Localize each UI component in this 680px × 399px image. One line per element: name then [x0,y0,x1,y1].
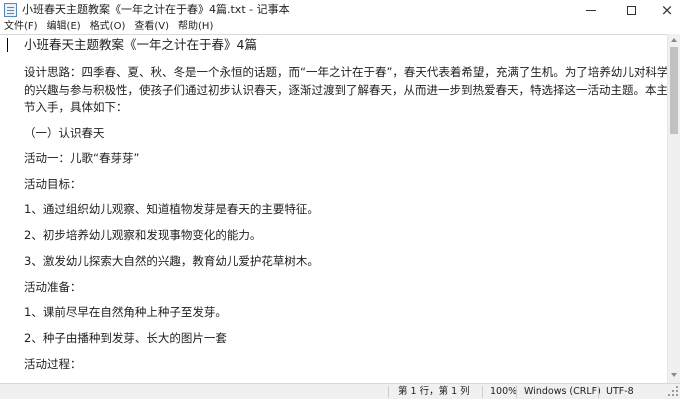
document-line: 3、激发幼儿探索大自然的兴趣，教育幼儿爱护花草树木。 [24,254,319,268]
title-bar[interactable]: 小班春天主题教案《一年之计在于春》4篇.txt - 记事本 × [0,0,680,20]
scroll-thumb[interactable] [670,47,678,134]
menu-bar: 文件(F) 编辑(E) 格式(O) 查看(V) 帮助(H) [0,20,680,34]
status-bar: 第 1 行，第 1 列 100% Windows (CRLF) UTF-8 [0,383,680,399]
status-zoom: 100% [490,386,518,397]
status-line-ending: Windows (CRLF) [524,386,601,397]
document-line: （一）认识春天 [24,126,105,140]
close-icon: × [660,0,674,19]
status-cursor-position: 第 1 行，第 1 列 [398,386,470,397]
status-encoding: UTF-8 [606,386,634,397]
status-divider [388,386,389,398]
document-line-title: 小班春天主题教案《一年之计在于春》4篇 [24,37,257,52]
maximize-icon [626,5,636,15]
document-line: 活动一：儿歌“春芽芽” [24,151,140,165]
document-line: 2、初步培养幼儿观察和发现事物变化的能力。 [24,228,262,242]
menu-help[interactable]: 帮助(H) [178,20,213,34]
scroll-down-icon[interactable] [671,373,677,377]
document-line: 1、课前尽早在自然角种上种子至发芽。 [24,305,227,319]
document-line: 活动目标： [24,177,82,191]
menu-file[interactable]: 文件(F) [4,20,38,34]
scroll-up-icon[interactable] [671,38,677,42]
minimize-icon [586,9,596,11]
document-line: 活动准备： [24,280,82,294]
document-line: 活动过程： [24,357,82,371]
resize-grip-icon[interactable] [668,386,678,396]
maximize-button[interactable] [614,0,648,20]
document-line: 1、通过组织幼儿观察、知道植物发芽是春天的主要特征。 [24,202,319,216]
menu-format[interactable]: 格式(O) [90,20,126,34]
menu-view[interactable]: 查看(V) [134,20,169,34]
document-line: 的兴趣与参与积极性，使孩子们通过初步认识春天，逐渐过渡到了解春天，从而进一步到热… [24,83,667,97]
text-caret [7,38,8,52]
status-divider [482,386,483,398]
document-line: 设计思路：四季春、夏、秋、冬是一个永恒的话题，而“一年之计在于春”，春天代表着希… [24,65,667,79]
text-editor[interactable]: 小班春天主题教案《一年之计在于春》4篇 设计思路：四季春、夏、秋、冬是一个永恒的… [0,34,667,383]
document-line: 节入手，具体如下： [24,100,128,114]
document-line: 2、种子由播种到发芽、长大的图片一套 [24,331,227,345]
window-title: 小班春天主题教案《一年之计在于春》4篇.txt - 记事本 [22,3,290,16]
minimize-button[interactable] [574,0,608,20]
vertical-scrollbar[interactable] [667,34,680,383]
notepad-icon [4,3,17,17]
status-divider [598,386,599,398]
menu-edit[interactable]: 编辑(E) [47,20,81,34]
close-button[interactable]: × [650,0,680,20]
status-divider [516,386,517,398]
